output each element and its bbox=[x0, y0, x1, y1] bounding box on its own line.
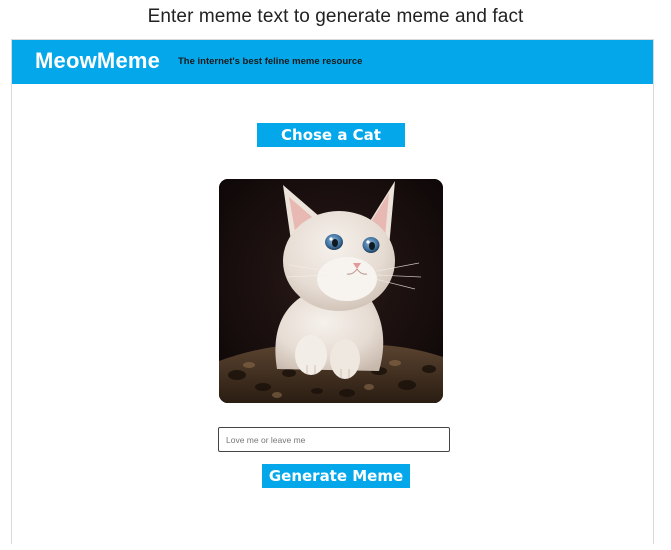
cat-image bbox=[219, 179, 443, 403]
page-caption: Enter meme text to generate meme and fac… bbox=[147, 6, 524, 27]
brand-logo[interactable]: MeowMeme bbox=[35, 48, 160, 74]
navbar: MeowMeme The internet's best feline meme… bbox=[12, 40, 653, 84]
kitten-photo-icon bbox=[219, 179, 443, 403]
tagline: The internet's best feline meme resource bbox=[178, 56, 363, 67]
meme-text-input[interactable] bbox=[218, 427, 450, 452]
choose-cat-button[interactable]: Chose a Cat bbox=[257, 123, 405, 147]
app-frame: MeowMeme The internet's best feline meme… bbox=[11, 39, 654, 544]
generate-meme-button[interactable]: Generate Meme bbox=[262, 464, 410, 488]
